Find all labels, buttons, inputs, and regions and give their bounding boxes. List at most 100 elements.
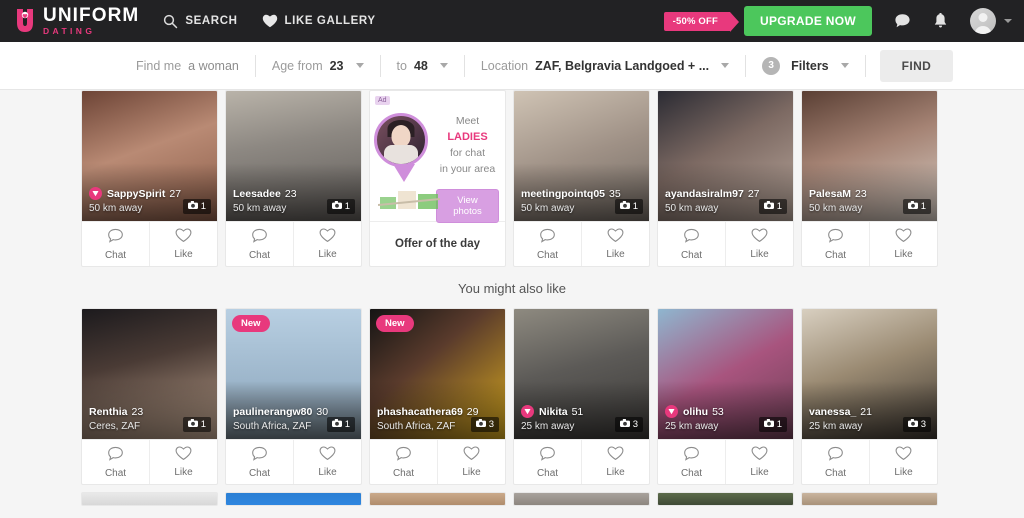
- chat-button[interactable]: Chat: [82, 440, 149, 484]
- upgrade-now-button[interactable]: UPGRADE NOW: [744, 6, 872, 36]
- chat-button[interactable]: Chat: [370, 440, 437, 484]
- profile-photo[interactable]: Leesadee 23 50 km away 1: [226, 91, 361, 221]
- nav-search[interactable]: SEARCH: [163, 14, 237, 29]
- nav-like-gallery[interactable]: LIKE GALLERY: [262, 14, 376, 28]
- like-button[interactable]: Like: [149, 222, 217, 266]
- filters-field[interactable]: 3 Filters: [746, 42, 865, 90]
- chevron-down-icon[interactable]: [721, 63, 730, 68]
- chat-button[interactable]: Chat: [514, 440, 581, 484]
- age-from-field[interactable]: Age from 23: [256, 42, 380, 90]
- profile-photo[interactable]: meetingpointq05 35 50 km away 1: [514, 91, 649, 221]
- chat-button[interactable]: Chat: [658, 440, 725, 484]
- photo-count-badge: 1: [326, 417, 355, 432]
- chat-icon: [539, 446, 556, 465]
- profile-card[interactable]: SappySpirit 27 50 km away 1 Chat Like: [81, 90, 218, 267]
- chat-button[interactable]: Chat: [226, 222, 293, 266]
- like-button[interactable]: Like: [725, 440, 793, 484]
- chat-button[interactable]: Chat: [226, 440, 293, 484]
- like-button[interactable]: Like: [725, 222, 793, 266]
- chevron-down-icon[interactable]: [439, 63, 448, 68]
- like-label: Like: [174, 467, 193, 478]
- like-button[interactable]: Like: [869, 222, 937, 266]
- card-actions: Chat Like: [514, 221, 649, 266]
- card-actions: Chat Like: [82, 221, 217, 266]
- notifications-icon[interactable]: [933, 12, 948, 30]
- profile-card[interactable]: PalesaM 23 50 km away 1 Chat Like: [801, 90, 938, 267]
- find-me-field[interactable]: Find me a woman: [120, 42, 255, 90]
- like-button[interactable]: Like: [869, 440, 937, 484]
- age-to-field[interactable]: to 48: [381, 42, 464, 90]
- profile-card[interactable]: New paulinerangw80 30 South Africa, ZAF 1 Cha…: [225, 308, 362, 485]
- profile-card[interactable]: vanessa_ 21 25 km away 3 Chat Like: [801, 308, 938, 485]
- profile-photo[interactable]: New paulinerangw80 30 South Africa, ZAF 1: [226, 309, 361, 439]
- avatar[interactable]: [970, 8, 996, 34]
- logo[interactable]: UNIFORM DATING: [14, 6, 139, 36]
- ad-line-1: Meet: [455, 115, 480, 127]
- chevron-down-icon[interactable]: [840, 63, 849, 68]
- card-actions: Chat Like: [514, 439, 649, 484]
- ad-line-4: in your area: [439, 163, 496, 175]
- photo-count-badge: 1: [902, 199, 931, 214]
- photo-count-value: 1: [632, 201, 638, 212]
- profile-card[interactable]: Renthia 23 Ceres, ZAF 1 Chat Like: [81, 308, 218, 485]
- profile-photo[interactable]: PalesaM 23 50 km away 1: [802, 91, 937, 221]
- location-label: Location: [480, 58, 529, 73]
- profile-card[interactable]: meetingpointq05 35 50 km away 1 Chat Like: [513, 90, 650, 267]
- results-grid: SappySpirit 27 50 km away 1 Chat Like Leesadee…: [0, 90, 1024, 506]
- chat-label: Chat: [536, 467, 559, 479]
- profile-photo[interactable]: Renthia 23 Ceres, ZAF 1: [82, 309, 217, 439]
- like-button[interactable]: Like: [581, 440, 649, 484]
- profile-card[interactable]: [81, 492, 218, 506]
- chevron-down-icon[interactable]: [355, 63, 364, 68]
- like-button[interactable]: Like: [293, 440, 361, 484]
- profile-photo[interactable]: olihu 53 25 km away 1: [658, 309, 793, 439]
- like-label: Like: [318, 467, 337, 478]
- profile-card[interactable]: New phashacathera69 29 South Africa, ZAF 3 Ch…: [369, 308, 506, 485]
- profile-card[interactable]: olihu 53 25 km away 1 Chat Like: [657, 308, 794, 485]
- chevron-down-icon[interactable]: [1004, 19, 1012, 23]
- profile-card[interactable]: [513, 492, 650, 506]
- like-button[interactable]: Like: [293, 222, 361, 266]
- profile-card[interactable]: [225, 492, 362, 506]
- profile-card[interactable]: [657, 492, 794, 506]
- chat-label: Chat: [248, 249, 271, 261]
- profile-card[interactable]: ayandasiralm97 27 50 km away 1 Chat Like: [657, 90, 794, 267]
- photo-count-badge: 1: [758, 417, 787, 432]
- find-button[interactable]: FIND: [879, 49, 954, 82]
- messages-icon[interactable]: [894, 13, 911, 29]
- card-actions: Chat Like: [802, 439, 937, 484]
- like-button[interactable]: Like: [437, 440, 505, 484]
- top-header: UNIFORM DATING SEARCH LIKE GALLERY -50% …: [0, 0, 1024, 42]
- location-field[interactable]: Location ZAF, Belgravia Landgoed + ...: [465, 42, 745, 90]
- profile-photo[interactable]: ayandasiralm97 27 50 km away 1: [658, 91, 793, 221]
- like-button[interactable]: Like: [581, 222, 649, 266]
- profile-name: SappySpirit: [107, 187, 166, 200]
- profile-card[interactable]: [801, 492, 938, 506]
- profile-card[interactable]: Nikita 51 25 km away 3 Chat Like: [513, 308, 650, 485]
- promo-badge[interactable]: -50% OFF: [663, 11, 740, 32]
- chat-icon: [827, 228, 844, 247]
- camera-icon: [187, 201, 198, 212]
- view-photos-button[interactable]: View photos: [436, 189, 499, 223]
- pin-avatar-icon: [374, 113, 428, 167]
- search-filter-bar: Find me a woman Age from 23 to 48 Locati…: [0, 42, 1024, 90]
- profile-card[interactable]: Leesadee 23 50 km away 1 Chat Like: [225, 90, 362, 267]
- chat-button[interactable]: Chat: [658, 222, 725, 266]
- chat-button[interactable]: Chat: [514, 222, 581, 266]
- chat-button[interactable]: Chat: [802, 222, 869, 266]
- profile-photo[interactable]: Nikita 51 25 km away 3: [514, 309, 649, 439]
- chat-button[interactable]: Chat: [802, 440, 869, 484]
- chat-button[interactable]: Chat: [82, 222, 149, 266]
- like-label: Like: [462, 467, 481, 478]
- chat-icon: [107, 228, 124, 247]
- profile-photo[interactable]: vanessa_ 21 25 km away 3: [802, 309, 937, 439]
- photo-count-value: 1: [344, 201, 350, 212]
- profile-photo[interactable]: New phashacathera69 29 South Africa, ZAF 3: [370, 309, 505, 439]
- logo-title: UNIFORM: [43, 5, 140, 27]
- ad-footer: Offer of the day: [370, 221, 505, 266]
- profile-photo[interactable]: SappySpirit 27 50 km away 1: [82, 91, 217, 221]
- advertisement-card[interactable]: Ad Meet LADIES for chat in your area View pho…: [369, 90, 506, 267]
- like-button[interactable]: Like: [149, 440, 217, 484]
- profile-card[interactable]: [369, 492, 506, 506]
- vip-badge-icon: [521, 405, 534, 418]
